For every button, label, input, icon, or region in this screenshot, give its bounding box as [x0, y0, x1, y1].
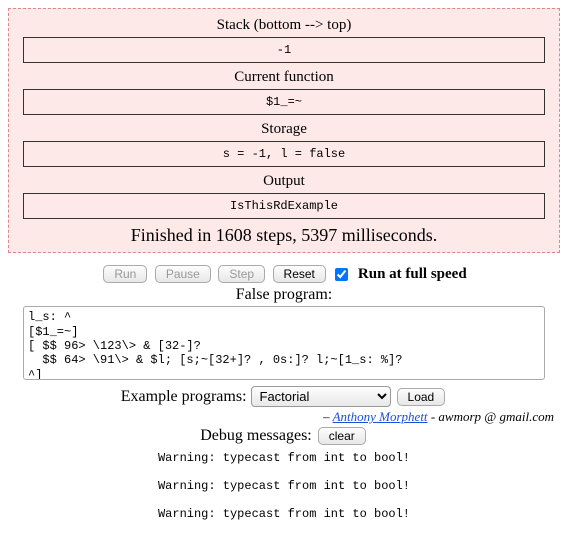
output-title: Output — [17, 173, 551, 190]
step-button[interactable]: Step — [218, 265, 265, 283]
author-link[interactable]: Anthony Morphett — [333, 409, 428, 424]
examples-label: Example programs: — [121, 388, 247, 405]
debug-row: Debug messages: clear — [8, 427, 560, 445]
credit-line: – Anthony Morphett - awmorp @ gmail.com — [8, 409, 554, 425]
run-button[interactable]: Run — [103, 265, 147, 283]
reset-button[interactable]: Reset — [273, 265, 326, 283]
fullspeed-label[interactable]: Run at full speed — [358, 266, 467, 282]
current-function-title: Current function — [17, 69, 551, 86]
clear-button[interactable]: clear — [318, 427, 366, 445]
program-textarea[interactable] — [23, 306, 545, 380]
current-function-value: $1_=~ — [23, 89, 545, 115]
warning-line: Warning: typecast from int to bool! — [8, 507, 560, 521]
state-panel: Stack (bottom --> top) -1 Current functi… — [8, 8, 560, 253]
pause-button[interactable]: Pause — [155, 265, 211, 283]
storage-title: Storage — [17, 121, 551, 138]
fullspeed-checkbox[interactable] — [335, 268, 348, 281]
stack-title: Stack (bottom --> top) — [17, 17, 551, 34]
program-title: False program: — [8, 286, 560, 304]
finished-message: Finished in 1608 steps, 5397 millisecond… — [17, 225, 551, 246]
output-value: IsThisRdExample — [23, 193, 545, 219]
load-button[interactable]: Load — [397, 388, 446, 406]
storage-value: s = -1, l = false — [23, 141, 545, 167]
debug-label: Debug messages: — [200, 427, 312, 444]
examples-row: Example programs: Factorial Load — [8, 386, 560, 407]
warning-line: Warning: typecast from int to bool! — [8, 451, 560, 465]
stack-value: -1 — [23, 37, 545, 63]
warning-line: Warning: typecast from int to bool! — [8, 479, 560, 493]
controls-row: Run Pause Step Reset Run at full speed — [8, 265, 560, 284]
examples-select[interactable]: Factorial — [251, 386, 391, 407]
